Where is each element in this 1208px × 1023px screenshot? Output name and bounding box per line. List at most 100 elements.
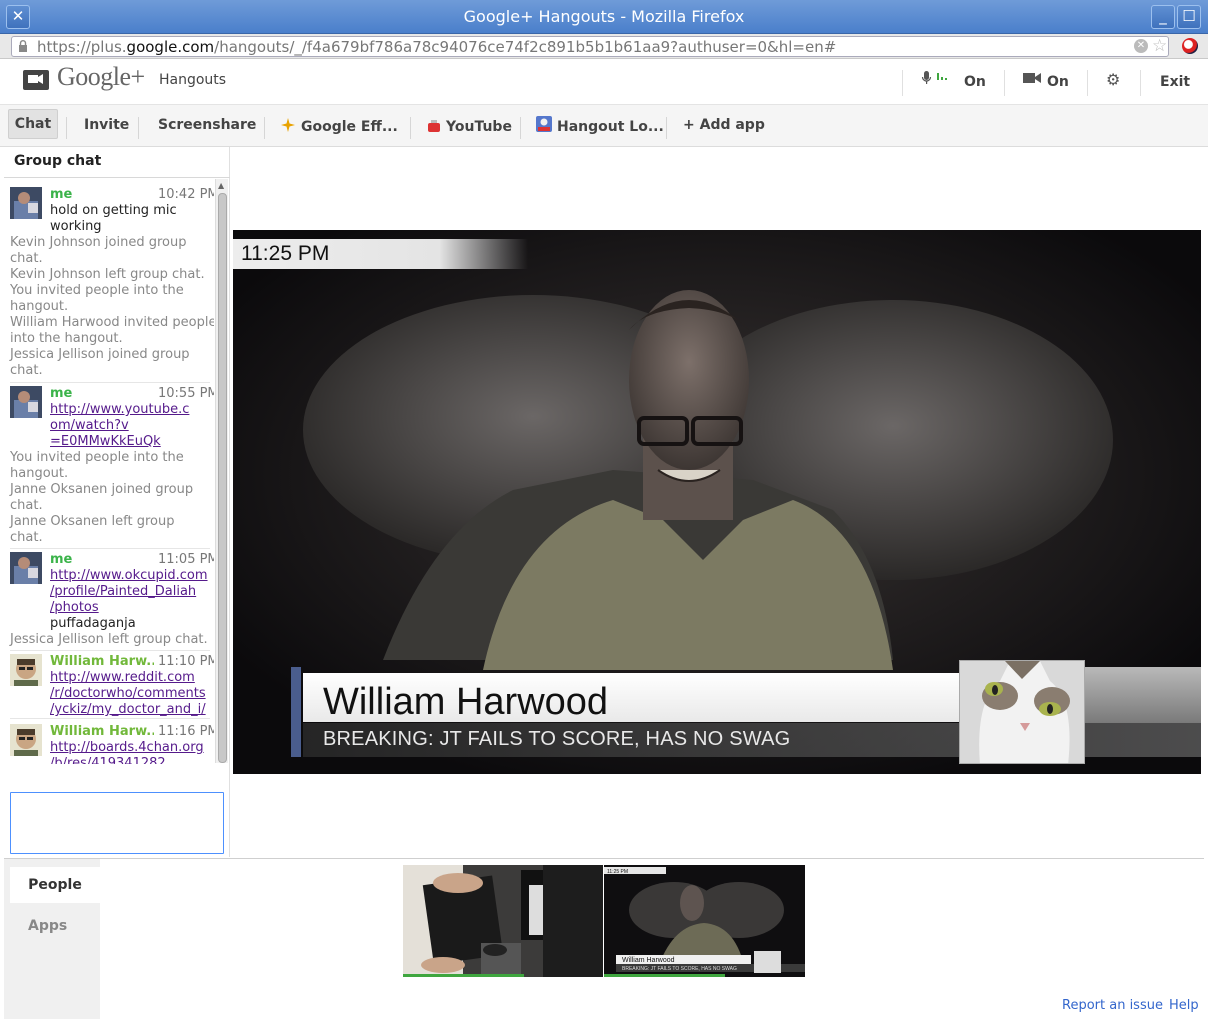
- chat-scrollbar[interactable]: ▲: [215, 179, 228, 763]
- cat-photo-image: [959, 660, 1085, 764]
- header-separator: [902, 70, 903, 96]
- lock-icon: [19, 40, 27, 52]
- message-link[interactable]: =E0MMwKkEuQk: [50, 434, 161, 449]
- chat-message: me 10:55 PM http://www.youtube.c om/watc…: [4, 384, 214, 450]
- google-effects-button[interactable]: Google Eff...: [301, 119, 398, 135]
- system-text: chat.: [10, 530, 43, 545]
- message-sender: me: [50, 552, 73, 567]
- lower-third-accent: [291, 667, 301, 757]
- toolbar-separator: [666, 117, 667, 139]
- youtube-button[interactable]: YouTube: [446, 119, 512, 135]
- system-text: William Harwood invited people: [10, 315, 214, 330]
- hangout-toolbar: Chat Invite Screenshare Google Eff... Yo…: [0, 104, 1208, 147]
- chat-message-input[interactable]: [10, 792, 224, 854]
- system-text: Kevin Johnson joined group: [10, 235, 187, 250]
- message-link[interactable]: /yckiz/my_doctor_and_i/: [50, 702, 206, 717]
- message-link[interactable]: /b/res/419341282: [50, 756, 166, 764]
- message-link[interactable]: http://www.okcupid.com: [50, 568, 208, 583]
- addon-icon[interactable]: [1182, 38, 1198, 54]
- header-separator: [1140, 70, 1141, 96]
- chat-message-list[interactable]: me 10:42 PM hold on getting mic working …: [4, 178, 214, 764]
- participant-thumbnail-william[interactable]: 11:25 PM William Harwood BREAKING: JT FA…: [604, 865, 805, 977]
- message-link[interactable]: /photos: [50, 600, 99, 615]
- message-sender: me: [50, 187, 73, 202]
- sparkle-effects-icon: [281, 118, 295, 132]
- hangout-lower-third-icon: [536, 116, 552, 132]
- message-sender: me: [50, 386, 73, 401]
- header-separator: [1087, 70, 1088, 96]
- cat-face-picture: [960, 661, 1084, 763]
- avatar[interactable]: [10, 187, 42, 219]
- lower-third-headline: BREAKING: JT FAILS TO SCORE, HAS NO SWAG: [323, 728, 791, 750]
- message-link[interactable]: http://www.youtube.c: [50, 402, 189, 417]
- window-minimize-button[interactable]: _: [1151, 5, 1175, 29]
- microphone-status[interactable]: On: [964, 74, 986, 90]
- help-link[interactable]: Help: [1169, 998, 1199, 1013]
- google-plus-logo[interactable]: Google+: [57, 62, 145, 92]
- toolbar-separator: [138, 117, 139, 139]
- message-text: working: [50, 219, 102, 234]
- audio-level-bar: [604, 974, 725, 977]
- group-chat-panel: Group chat me 10:42 PM hold on getting m…: [4, 147, 230, 857]
- url-text[interactable]: https://plus.google.com/hangouts/_/f4a67…: [37, 38, 836, 56]
- video-timestamp-banner: 11:25 PM: [233, 239, 528, 269]
- main-video-feed[interactable]: 11:25 PM William Harwood BREAKING: JT FA…: [233, 230, 1201, 774]
- message-link[interactable]: http://boards.4chan.org: [50, 740, 204, 755]
- camera-status[interactable]: On: [1047, 74, 1069, 90]
- report-issue-link[interactable]: Report an issue: [1062, 998, 1163, 1013]
- message-link[interactable]: http://www.reddit.com: [50, 670, 195, 685]
- address-bar[interactable]: https://plus.google.com/hangouts/_/f4a67…: [11, 36, 1169, 57]
- tab-people[interactable]: People: [10, 867, 100, 903]
- audio-level-bar: [403, 974, 524, 977]
- thumbnail-lower-third-headline: BREAKING: JT FAILS TO SCORE, HAS NO SWAG: [622, 966, 737, 972]
- system-text: chat.: [10, 498, 43, 513]
- divider: [10, 718, 210, 719]
- message-link[interactable]: om/watch?v: [50, 418, 129, 433]
- system-text: You invited people into the: [10, 450, 184, 465]
- clear-url-icon[interactable]: ✕: [1134, 39, 1148, 53]
- camera-icon[interactable]: [1022, 72, 1042, 84]
- system-text: chat.: [10, 251, 43, 266]
- settings-gear-icon[interactable]: ⚙: [1106, 70, 1120, 89]
- screenshare-button[interactable]: Screenshare: [158, 117, 256, 133]
- add-app-button[interactable]: + Add app: [683, 117, 765, 133]
- scroll-up-arrow-icon[interactable]: ▲: [218, 181, 224, 190]
- participant-thumbnail[interactable]: [403, 865, 603, 977]
- message-link[interactable]: /profile/Painted_Daliah: [50, 584, 196, 599]
- toolbar-separator: [410, 117, 411, 139]
- thumbnail-lower-third-name: William Harwood: [622, 957, 675, 964]
- scrollbar-thumb[interactable]: [218, 193, 227, 763]
- hangouts-header: Google+ Hangouts On On ⚙ Exit: [0, 60, 1208, 104]
- bookmark-star-icon[interactable]: ☆: [1152, 36, 1167, 56]
- chat-button[interactable]: Chat: [8, 109, 58, 139]
- lower-third-name: William Harwood: [323, 681, 609, 723]
- toolbar-separator: [520, 117, 521, 139]
- system-text: Jessica Jellison joined group: [10, 347, 190, 362]
- header-separator: [1004, 70, 1005, 96]
- system-text: chat.: [10, 363, 43, 378]
- bottom-tabs-panel: People Apps: [4, 859, 100, 1019]
- system-notice: You invited people into the hangout. Jan…: [4, 450, 214, 546]
- exit-button[interactable]: Exit: [1160, 74, 1190, 90]
- avatar[interactable]: [10, 552, 42, 584]
- message-link[interactable]: /r/doctorwho/comments: [50, 686, 206, 701]
- system-text: hangout.: [10, 466, 69, 481]
- microphone-icon[interactable]: [921, 70, 949, 86]
- message-time: 11:10 PM: [158, 654, 214, 669]
- system-text: Janne Oksanen joined group: [10, 482, 194, 497]
- hangout-lower-third-button[interactable]: Hangout Lo...: [557, 119, 664, 135]
- system-notice: Kevin Johnson joined group chat. Kevin J…: [4, 235, 214, 385]
- avatar[interactable]: [10, 654, 42, 686]
- message-sender: William Harw...: [50, 654, 154, 669]
- avatar[interactable]: [10, 386, 42, 418]
- hangouts-label: Hangouts: [159, 72, 227, 88]
- tab-apps[interactable]: Apps: [10, 911, 100, 941]
- invite-button[interactable]: Invite: [84, 117, 129, 133]
- message-text: hold on getting mic: [50, 203, 177, 218]
- divider: [10, 382, 210, 383]
- system-text: into the hangout.: [10, 331, 123, 346]
- avatar[interactable]: [10, 724, 42, 756]
- window-maximize-button[interactable]: ☐: [1177, 5, 1201, 29]
- divider: [10, 650, 210, 651]
- message-time: 11:05 PM: [158, 552, 214, 567]
